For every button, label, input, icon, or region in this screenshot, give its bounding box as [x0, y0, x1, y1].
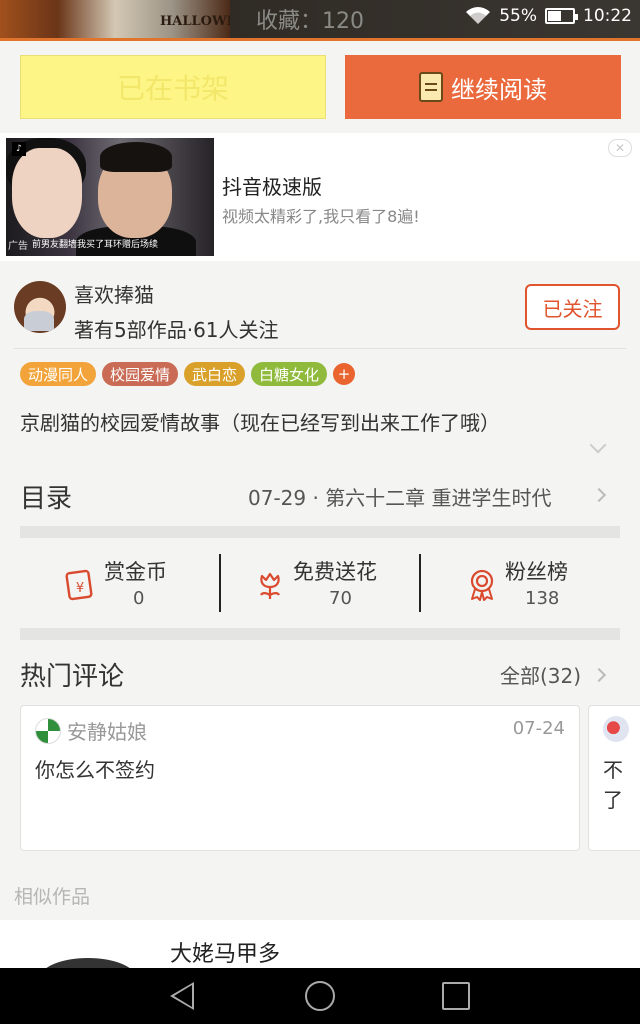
- status-bar: HALLOWE 收藏：120 55% 10:22: [0, 0, 640, 38]
- all-comments-link[interactable]: 全部(32): [500, 660, 581, 689]
- commenter-avatar[interactable]: [603, 716, 629, 742]
- latest-chapter: 07-29 · 第六十二章 重进学生时代: [248, 486, 552, 510]
- follow-button[interactable]: 已关注: [525, 284, 620, 330]
- ad-description: 视频太精彩了,我只看了8遍!: [222, 207, 420, 226]
- author-name[interactable]: 喜欢捧猫: [74, 279, 154, 308]
- status-bar-thumbnail: HALLOWE: [0, 0, 230, 38]
- back-icon[interactable]: [170, 982, 194, 1010]
- catalog-title: 目录: [20, 484, 73, 514]
- add-tag-button[interactable]: +: [333, 363, 356, 385]
- in-bookshelf-button[interactable]: 已在书架: [20, 55, 326, 119]
- comment-date: 07-24: [512, 718, 565, 739]
- section-divider: [20, 526, 620, 538]
- tiktok-logo-icon: ♪: [12, 142, 26, 156]
- collect-count: 120: [322, 9, 365, 34]
- book-actions: 已在书架 继续阅读: [0, 41, 640, 131]
- comment-card[interactable]: 不 了: [588, 705, 640, 851]
- system-status: 55% 10:22: [465, 6, 632, 26]
- medal-icon: [470, 569, 494, 601]
- tag-item[interactable]: 武白恋: [184, 362, 246, 386]
- ad-caption: 前男友翻墙我买了耳环赠后场续: [32, 240, 159, 250]
- chevron-right-icon[interactable]: [591, 667, 607, 683]
- reward-coin-stat[interactable]: ¥ 赏金币 0: [0, 550, 218, 616]
- ad-banner[interactable]: ♪ 前男友翻墙我买了耳环赠后场续 广告 抖音极速版 视频太精彩了,我只看了8遍!…: [0, 133, 640, 261]
- fan-ranking-stat[interactable]: 粉丝榜 138: [421, 550, 640, 616]
- similar-work-item[interactable]: 大姥马甲多: [0, 920, 640, 998]
- comment-text: 了: [603, 788, 623, 812]
- comment-text: 你怎么不签约: [35, 758, 155, 782]
- thumbnail-text: HALLOWE: [160, 14, 230, 29]
- collect-count-label: 收藏：120: [256, 9, 365, 34]
- section-divider: [20, 628, 620, 640]
- chevron-down-icon[interactable]: [589, 436, 607, 454]
- tag-item[interactable]: 校园爱情: [102, 362, 179, 386]
- author-meta: 著有5部作品·61人关注: [74, 318, 279, 342]
- hot-comments-title: 热门评论: [20, 662, 125, 692]
- ad-image[interactable]: ♪ 前男友翻墙我买了耳环赠后场续 广告: [6, 138, 214, 256]
- flower-icon: [260, 572, 280, 599]
- ad-title: 抖音极速版: [222, 175, 322, 199]
- author-avatar[interactable]: [14, 281, 66, 333]
- free-flower-stat[interactable]: 免费送花 70: [221, 550, 419, 616]
- home-icon[interactable]: [305, 981, 335, 1011]
- clock: 10:22: [583, 6, 632, 26]
- battery-icon: [545, 8, 578, 24]
- tag-item[interactable]: 白糖女化: [251, 362, 328, 386]
- ad-close-icon[interactable]: ✕: [608, 139, 632, 157]
- system-nav-bar: [0, 968, 640, 1024]
- svg-text:¥: ¥: [76, 581, 84, 596]
- wifi-icon: [466, 7, 491, 24]
- book-summary: 京剧猫的校园爱情故事（现在已经写到出来工作了哦）: [20, 411, 500, 435]
- chevron-right-icon: [591, 487, 607, 503]
- divider: [14, 348, 626, 349]
- tag-item[interactable]: 动漫同人: [20, 362, 97, 386]
- comment-text: 不: [603, 758, 623, 782]
- continue-reading-button[interactable]: 继续阅读: [345, 55, 621, 119]
- commenter-avatar[interactable]: [35, 718, 61, 744]
- commenter-name[interactable]: 安静姑娘: [67, 716, 147, 745]
- similar-work-name[interactable]: 大姥马甲多: [170, 936, 280, 968]
- recent-apps-icon[interactable]: [442, 982, 470, 1010]
- similar-works-title: 相似作品: [14, 886, 91, 908]
- reward-coin-icon: ¥: [65, 569, 93, 601]
- book-icon: [419, 72, 443, 102]
- ad-tag: 广告: [8, 241, 28, 252]
- tag-list: 动漫同人 校园爱情 武白恋 白糖女化 +: [20, 362, 356, 386]
- comment-card[interactable]: 安静姑娘 07-24 你怎么不签约: [20, 705, 580, 851]
- stats-row: ¥ 赏金币 0 免费送花 70 粉丝榜 138: [0, 540, 640, 626]
- battery-percent: 55%: [499, 6, 537, 26]
- catalog-row[interactable]: 目录 07-29 · 第六十二章 重进学生时代: [0, 470, 640, 526]
